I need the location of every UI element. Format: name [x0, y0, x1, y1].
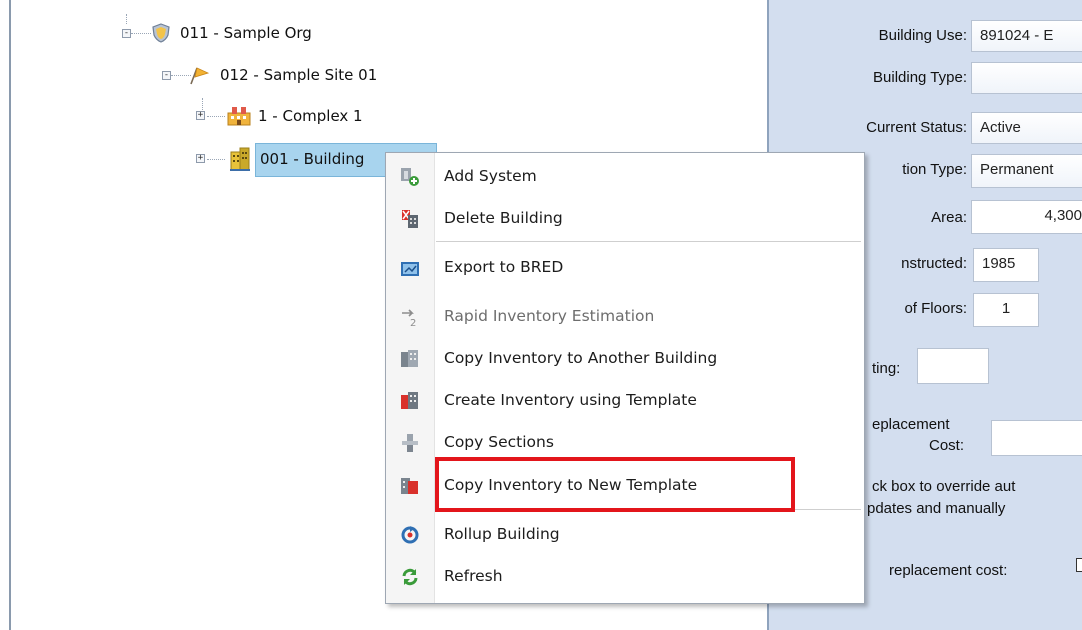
menu-item-label: Rapid Inventory Estimation [444, 307, 655, 325]
menu-separator [436, 241, 861, 242]
copy-inventory-icon [400, 349, 418, 367]
construction-type-label: tion Type: [902, 161, 967, 178]
menu-item-delete-building[interactable]: Delete Building [386, 199, 864, 239]
tree-node-org[interactable]: 011 - Sample Org [180, 24, 312, 42]
shield-icon [150, 22, 172, 44]
year-constructed-label: nstructed: [901, 255, 967, 272]
menu-item-label: Add System [444, 167, 537, 185]
copy-sections-icon [400, 433, 418, 452]
new-template-icon [400, 476, 418, 494]
building-type-select[interactable] [971, 62, 1082, 94]
building-type-label: Building Type: [873, 69, 967, 86]
override-checkbox[interactable] [1076, 558, 1082, 572]
menu-item-label: Rollup Building [444, 525, 560, 543]
current-status-select[interactable]: Active [971, 112, 1082, 144]
floors-label: of Floors: [904, 300, 967, 317]
override-text-2: pdates and manually [867, 500, 1006, 517]
menu-item-label: Copy Sections [444, 433, 554, 451]
construction-type-select[interactable]: Permanent [971, 154, 1082, 188]
menu-item-export-to-bred[interactable]: Export to BRED [386, 248, 864, 288]
svg-text:2: 2 [410, 318, 416, 327]
rating-input[interactable] [917, 348, 989, 384]
tree-node-complex[interactable]: 1 - Complex 1 [258, 107, 363, 125]
menu-item-label: Refresh [444, 567, 503, 585]
replacement-cost-label: eplacement [872, 416, 950, 433]
rapid-estimation-icon: 2 [400, 307, 418, 329]
flag-icon [188, 64, 210, 86]
export-icon [400, 258, 419, 276]
menu-item-add-system[interactable]: Add System [386, 157, 864, 197]
menu-item-rapid-inventory-estimation: 2 Rapid Inventory Estimation [386, 297, 864, 337]
current-status-label: Current Status: [866, 119, 967, 136]
delete-building-icon [400, 209, 418, 228]
menu-item-copy-inventory-to-another-building[interactable]: Copy Inventory to Another Building [386, 339, 864, 379]
menu-item-create-inventory-using-template[interactable]: Create Inventory using Template [386, 381, 864, 421]
year-constructed-input[interactable]: 1985 [973, 248, 1039, 282]
menu-item-label: Export to BRED [444, 258, 564, 276]
override-text-3: replacement cost: [889, 562, 1008, 579]
template-icon [400, 391, 418, 409]
expand-toggle[interactable]: + [196, 111, 205, 120]
collapse-toggle[interactable]: - [122, 29, 131, 38]
building-use-label: Building Use: [878, 27, 967, 44]
menu-item-label: Copy Inventory to Another Building [444, 349, 718, 367]
complex-icon [226, 103, 252, 127]
tree-connector [131, 33, 151, 35]
menu-item-refresh[interactable]: Refresh [386, 557, 864, 597]
refresh-icon [400, 567, 418, 586]
rollup-icon [400, 525, 419, 544]
annotation-highlight-box [435, 457, 795, 512]
collapse-toggle[interactable]: - [162, 71, 171, 80]
tree-connector [207, 116, 225, 118]
add-system-icon [400, 167, 419, 186]
area-input[interactable]: 4,300 [971, 200, 1082, 234]
tree-node-building[interactable]: 001 - Building [260, 150, 364, 168]
tree-panel-border [9, 0, 11, 630]
tree-connector [202, 98, 204, 110]
tree-node-site[interactable]: 012 - Sample Site 01 [220, 66, 377, 84]
floors-input[interactable]: 1 [973, 293, 1039, 327]
building-icon [228, 146, 252, 172]
building-use-select[interactable]: 891024 - E [971, 20, 1082, 52]
menu-item-label: Delete Building [444, 209, 563, 227]
tree-connector [207, 159, 225, 161]
area-label: Area: [931, 209, 967, 226]
override-text: ck box to override aut [872, 478, 1016, 495]
replacement-cost-input[interactable] [991, 420, 1082, 456]
menu-item-label: Create Inventory using Template [444, 391, 697, 409]
replacement-cost-label-2: Cost: [929, 437, 965, 454]
menu-item-rollup-building[interactable]: Rollup Building [386, 515, 864, 555]
tree-connector [126, 14, 128, 24]
expand-toggle[interactable]: + [196, 154, 205, 163]
rating-label: ting: [872, 360, 901, 377]
context-menu: Add System Delete Building Export to BRE… [385, 152, 865, 604]
